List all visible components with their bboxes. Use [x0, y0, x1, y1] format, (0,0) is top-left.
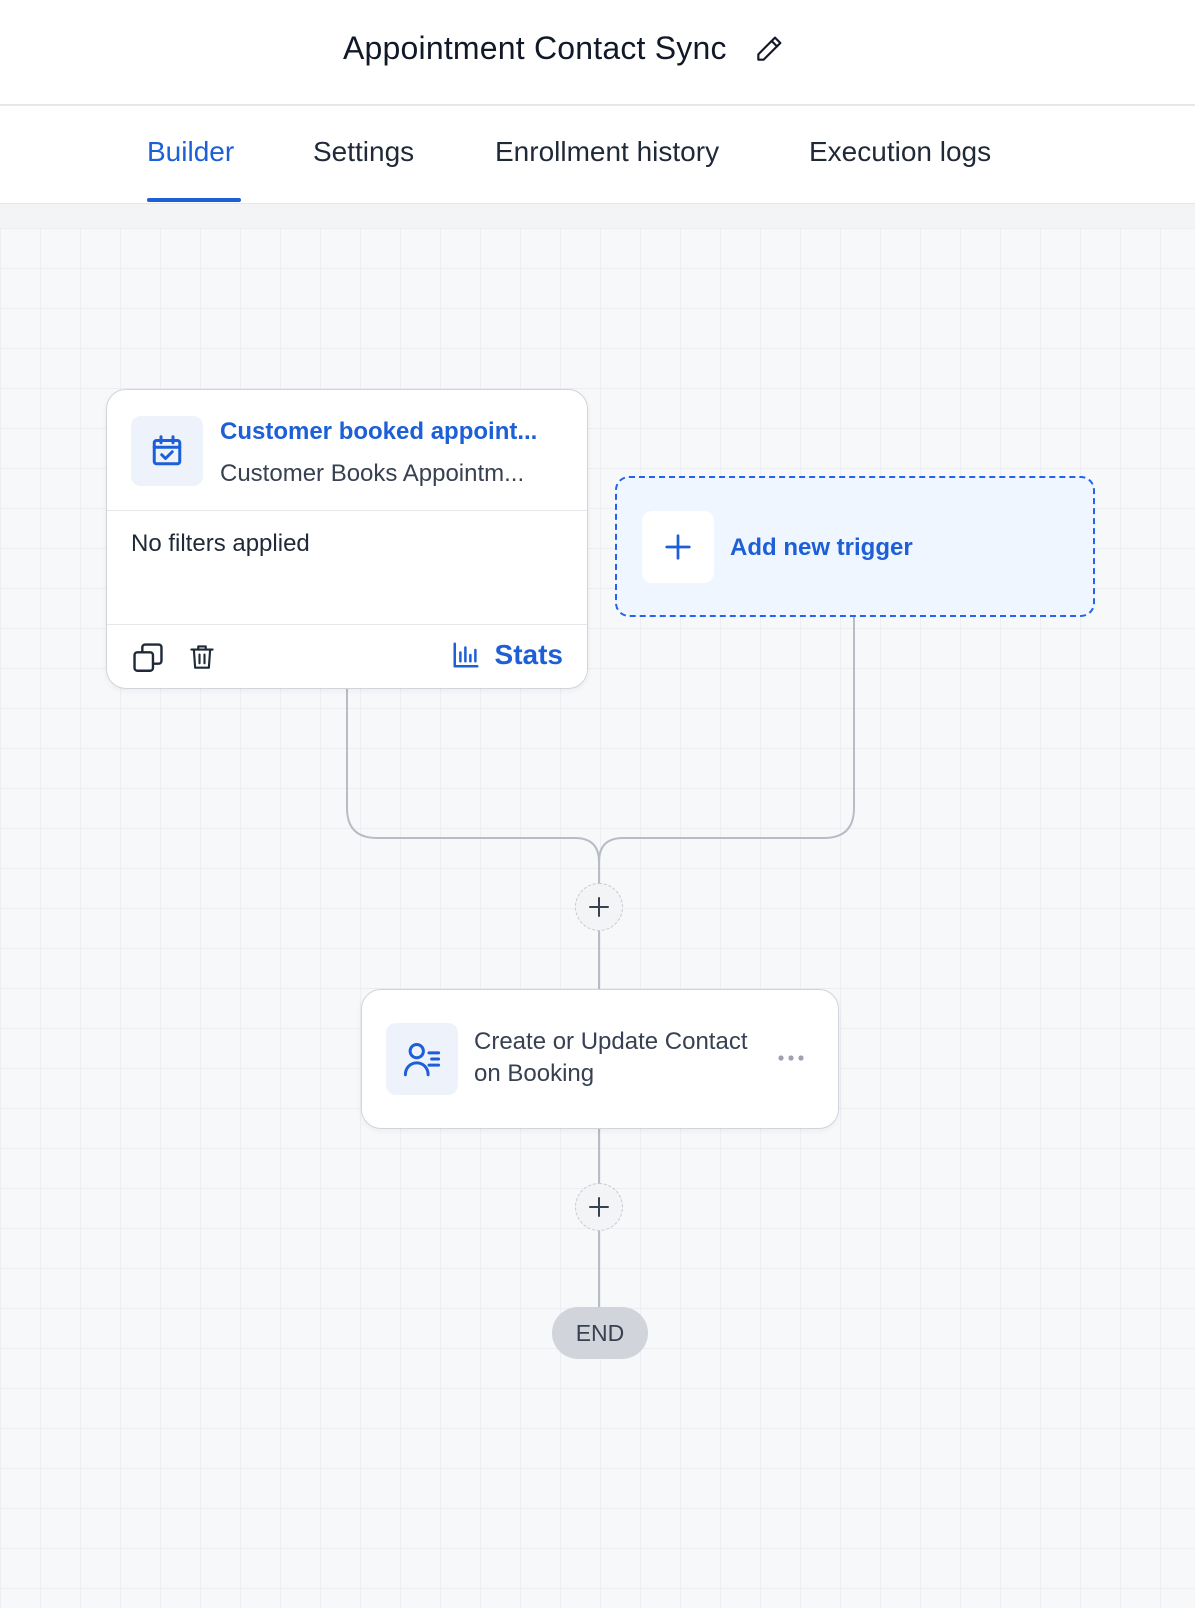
- workflow-header: Appointment Contact Sync: [0, 0, 1195, 106]
- title-wrap: Appointment Contact Sync: [343, 30, 787, 67]
- add-step-button[interactable]: [575, 883, 623, 931]
- stats-button[interactable]: Stats: [451, 639, 563, 671]
- action-more-button[interactable]: [774, 1046, 808, 1070]
- canvas-top-band: [0, 204, 1195, 228]
- pencil-icon: [756, 36, 782, 61]
- active-tab-indicator: [147, 198, 241, 202]
- action-label: Create or Update Contact on Booking: [474, 1028, 748, 1087]
- more-horizontal-icon: [778, 1055, 804, 1061]
- action-card[interactable]: Create or Update Contact on Booking: [361, 989, 839, 1129]
- trigger-subtitle: Customer Books Appointm...: [220, 460, 525, 487]
- calendar-check-icon: [152, 435, 182, 466]
- action-icon-box: [386, 1023, 458, 1095]
- add-new-trigger-button[interactable]: Add new trigger: [615, 476, 1095, 617]
- workflow-title: Appointment Contact Sync: [343, 30, 727, 66]
- tab-enrollment-history[interactable]: Enrollment history: [495, 136, 719, 168]
- trigger-filters-text: No filters applied: [131, 530, 310, 557]
- contact-list-icon: [403, 1042, 441, 1077]
- tab-builder[interactable]: Builder: [147, 136, 234, 168]
- trigger-icon-box: [131, 416, 203, 486]
- trigger-title[interactable]: Customer booked appoint...: [220, 418, 537, 446]
- trigger-card-footer: Stats: [107, 624, 587, 690]
- tab-execution-logs[interactable]: Execution logs: [809, 136, 991, 168]
- tab-settings[interactable]: Settings: [313, 136, 414, 168]
- plus-icon: [589, 897, 609, 917]
- plus-icon: [665, 534, 691, 560]
- trash-icon: [190, 645, 214, 669]
- plus-icon: [589, 1197, 609, 1217]
- add-trigger-plus-box: [642, 511, 714, 583]
- duplicate-trigger-button[interactable]: [131, 641, 165, 675]
- delete-trigger-button[interactable]: [187, 641, 221, 675]
- tab-bar: Builder Settings Enrollment history Exec…: [0, 106, 1195, 204]
- bar-chart-icon: [453, 642, 479, 668]
- trigger-card[interactable]: Customer booked appoint... Customer Book…: [106, 389, 588, 689]
- end-node: END: [552, 1307, 648, 1359]
- stats-label: Stats: [494, 639, 563, 670]
- copy-icon: [133, 643, 163, 672]
- add-trigger-label: Add new trigger: [730, 534, 913, 561]
- edit-title-button[interactable]: [751, 31, 787, 67]
- trigger-card-header: Customer booked appoint... Customer Book…: [107, 390, 587, 511]
- add-step-button-2[interactable]: [575, 1183, 623, 1231]
